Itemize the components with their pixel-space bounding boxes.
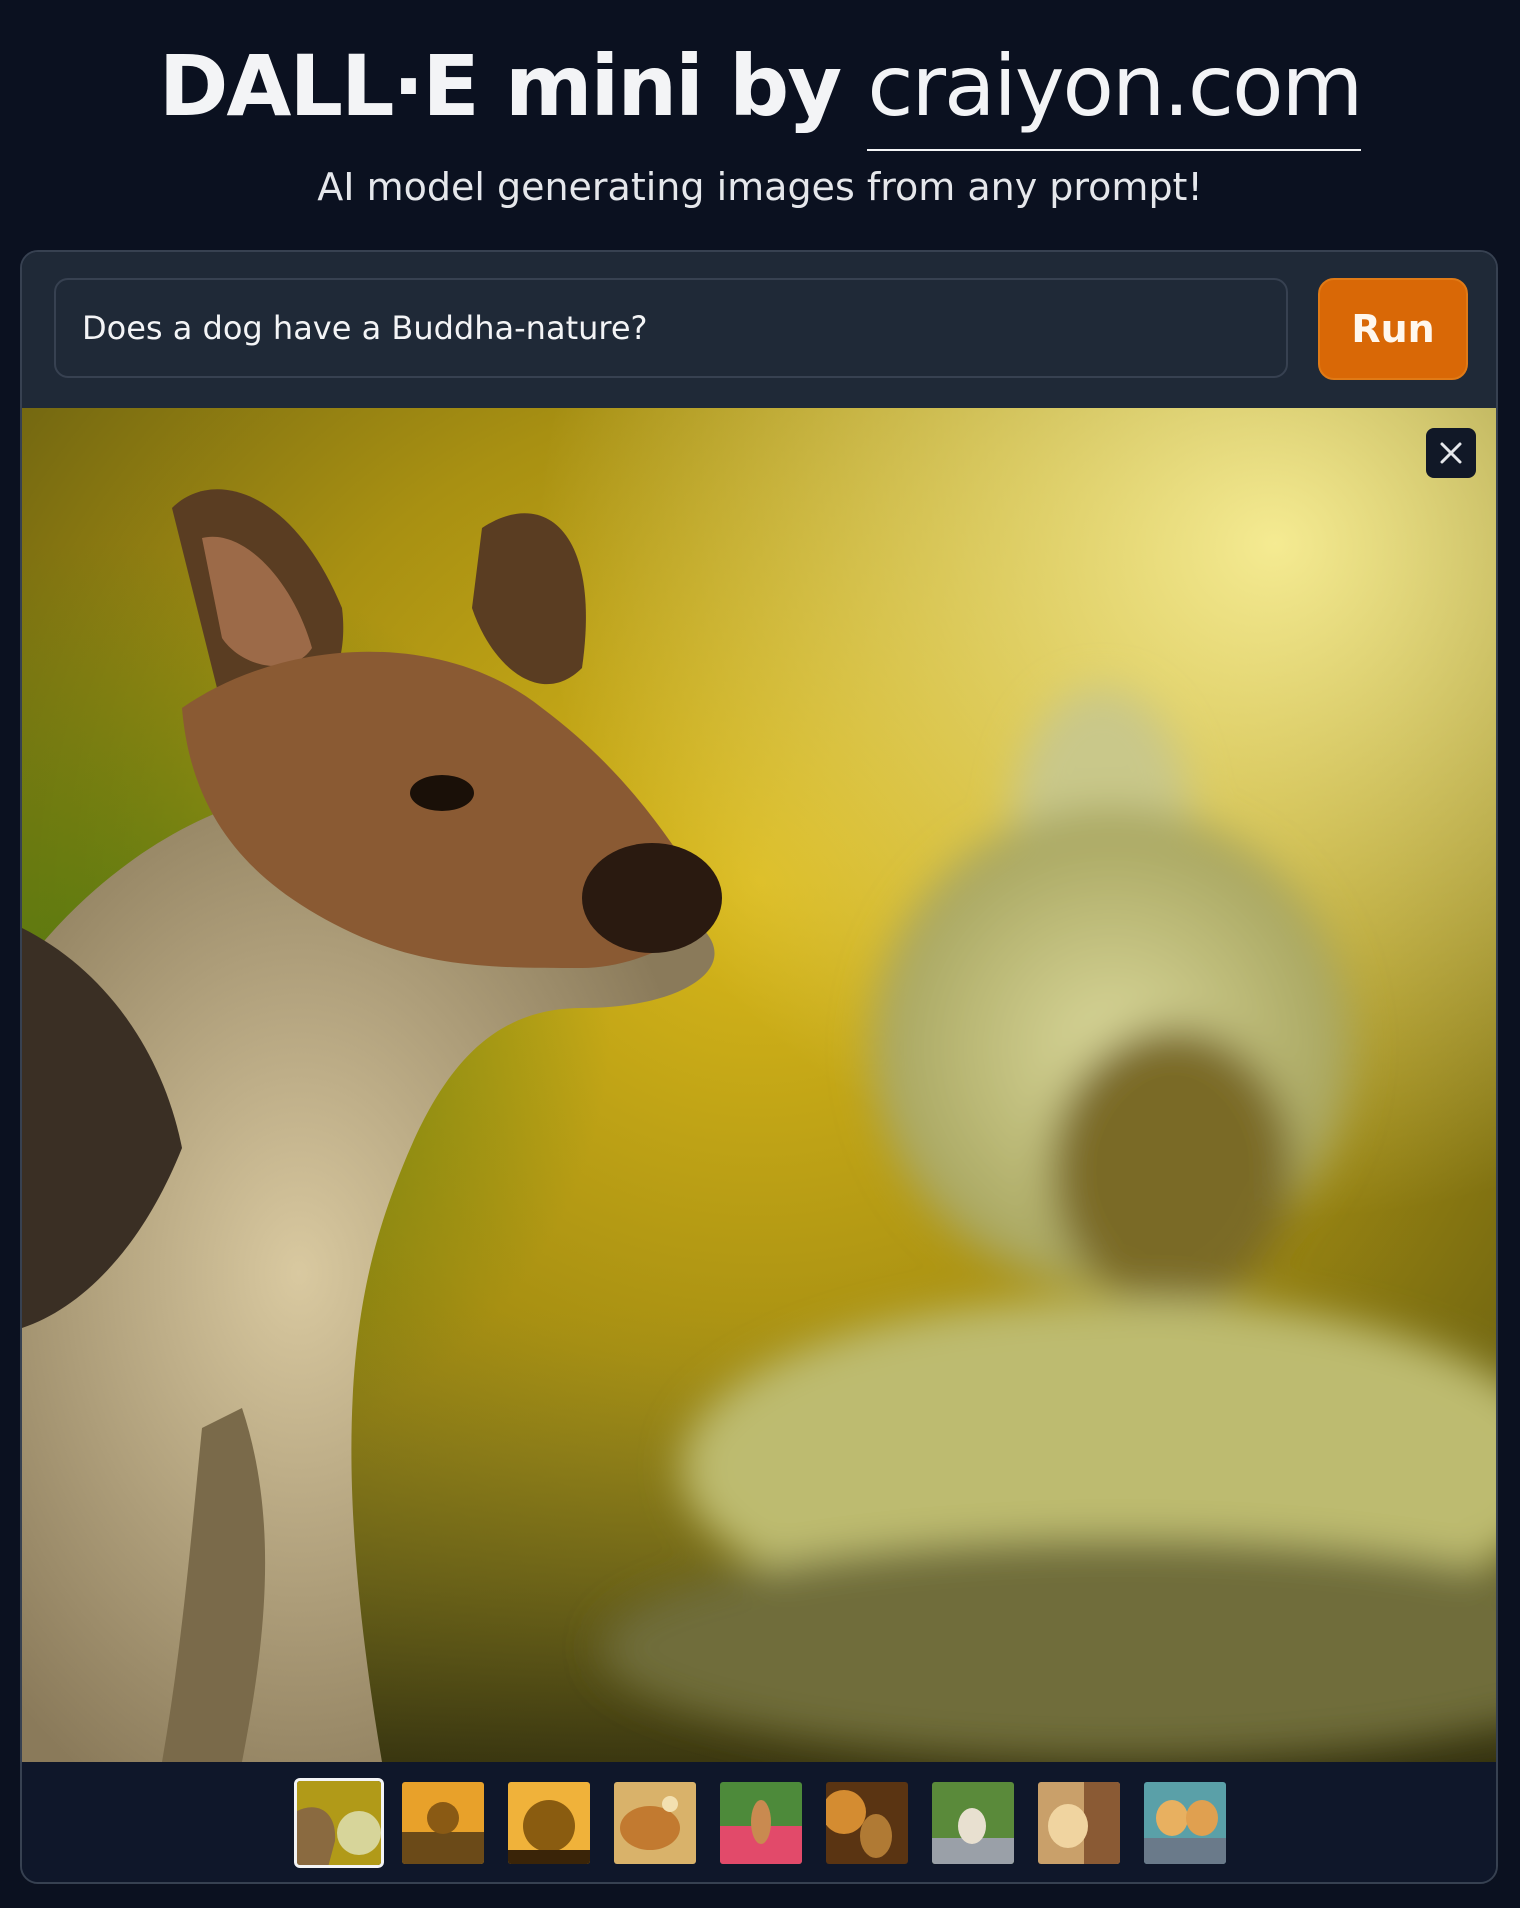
run-button[interactable]: Run (1318, 278, 1468, 380)
close-button[interactable] (1426, 428, 1476, 478)
thumbnail-3[interactable] (508, 1782, 590, 1864)
thumbnail-7[interactable] (932, 1782, 1014, 1864)
close-icon (1440, 442, 1462, 464)
thumbnail-strip (22, 1762, 1496, 1882)
thumbnail-4[interactable] (614, 1782, 696, 1864)
craiyon-link[interactable]: craiyon.com (867, 37, 1363, 151)
page-title: DALL·E mini by craiyon.com (0, 36, 1520, 151)
prompt-row: Run (22, 252, 1496, 410)
generator-panel: Run (20, 250, 1498, 1884)
thumbnail-2[interactable] (402, 1782, 484, 1864)
thumbnail-6[interactable] (826, 1782, 908, 1864)
title-prefix: DALL·E mini by (158, 37, 868, 135)
generated-image-preview (22, 408, 1496, 1762)
thumbnail-8[interactable] (1038, 1782, 1120, 1864)
page-subtitle: AI model generating images from any prom… (317, 165, 1203, 209)
thumbnail-9[interactable] (1144, 1782, 1226, 1864)
generated-image (22, 408, 1496, 1762)
thumbnail-5[interactable] (720, 1782, 802, 1864)
thumbnail-1[interactable] (294, 1778, 384, 1868)
prompt-input[interactable] (54, 278, 1288, 378)
